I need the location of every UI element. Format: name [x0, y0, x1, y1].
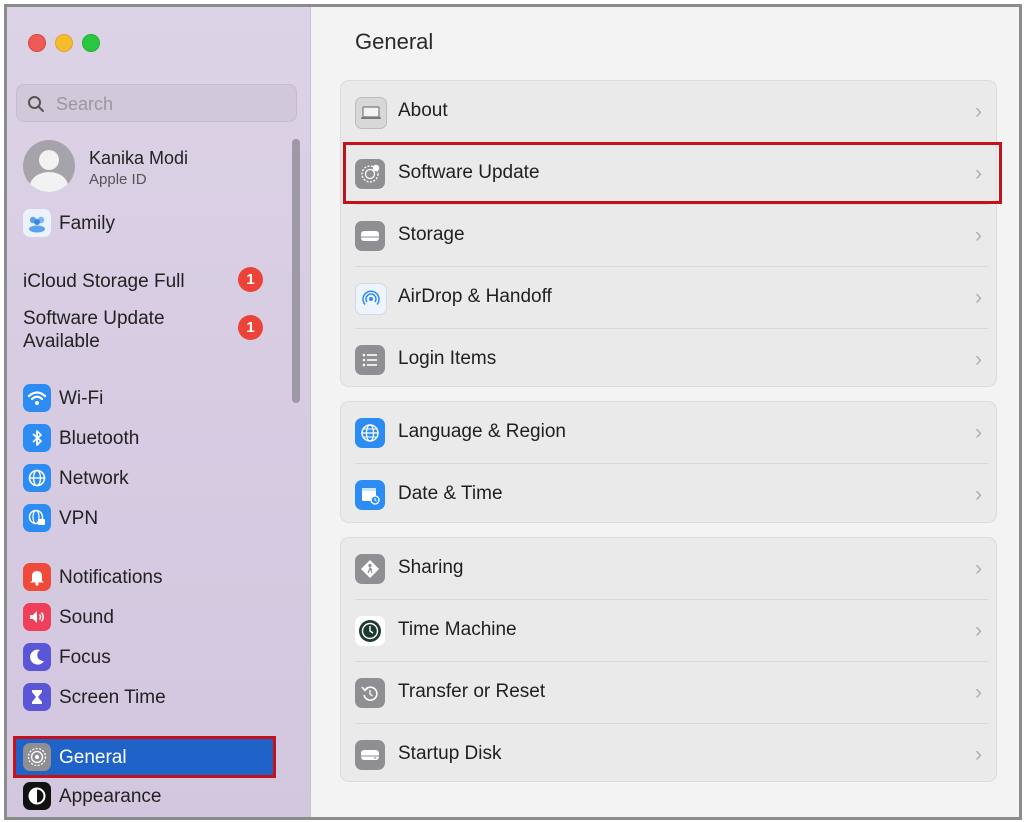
row-airdrop-handoff[interactable]: AirDrop & Handoff › — [341, 267, 996, 328]
row-label: Transfer or Reset — [398, 681, 546, 702]
chevron-right-icon: › — [975, 162, 982, 185]
sidebar-item-appearance[interactable]: Appearance — [16, 778, 296, 814]
sidebar-item-family[interactable]: Family — [16, 205, 296, 241]
search-icon — [28, 96, 44, 112]
system-settings-window: Kanika Modi Apple ID Family iCloud Stora… — [4, 4, 1022, 820]
row-software-update[interactable]: Software Update › — [341, 143, 996, 204]
chevron-right-icon: › — [975, 286, 982, 309]
sidebar-item-label: Screen Time — [59, 687, 166, 708]
notification-badge: 1 — [238, 315, 263, 340]
time-machine-icon — [355, 616, 385, 646]
notification-badge: 1 — [238, 267, 263, 292]
row-about[interactable]: About › — [341, 81, 996, 142]
row-label: Language & Region — [398, 421, 566, 442]
row-sharing[interactable]: Sharing › — [341, 538, 996, 599]
sidebar-item-label: Wi-Fi — [59, 388, 104, 409]
settings-group-system: About › Software Update › Storage › AirD… — [340, 80, 997, 387]
apple-id-label[interactable]: Apple ID — [89, 171, 147, 188]
sidebar-item-label: VPN — [59, 508, 99, 529]
icloud-storage-full-alert[interactable]: iCloud Storage Full — [23, 270, 185, 293]
sidebar-item-label: Notifications — [59, 567, 163, 588]
chevron-right-icon: › — [975, 557, 982, 580]
main-pane: General About › Software Update › Storag… — [311, 7, 1019, 817]
sidebar-item-bluetooth[interactable]: Bluetooth — [16, 420, 296, 456]
wifi-icon — [23, 384, 51, 412]
family-icon — [23, 209, 51, 237]
globe-icon — [23, 464, 51, 492]
row-time-machine[interactable]: Time Machine › — [341, 600, 996, 661]
bluetooth-icon — [23, 424, 51, 452]
sidebar-item-label: Appearance — [59, 786, 162, 807]
airdrop-icon — [355, 283, 387, 315]
row-label: Software Update — [398, 162, 540, 183]
user-silhouette-icon — [30, 150, 68, 192]
search-field[interactable] — [16, 84, 297, 122]
sidebar-item-vpn[interactable]: VPN — [16, 500, 296, 536]
sidebar-item-notifications[interactable]: Notifications — [16, 559, 296, 595]
sidebar-item-label: Sound — [59, 607, 114, 628]
row-label: Login Items — [398, 348, 497, 369]
gear-badge-icon — [355, 159, 385, 189]
list-icon — [355, 345, 385, 375]
calendar-clock-icon — [355, 480, 385, 510]
drive-icon — [355, 221, 385, 251]
sidebar-item-general[interactable]: General — [13, 736, 276, 778]
globe-icon — [355, 418, 385, 448]
sidebar-item-sound[interactable]: Sound — [16, 599, 296, 635]
software-update-available-alert[interactable]: Software Update Available — [23, 307, 165, 353]
zoom-window-button[interactable] — [82, 34, 100, 52]
sidebar-scrollbar[interactable] — [292, 139, 300, 403]
sidebar-item-label: General — [59, 747, 127, 768]
close-window-button[interactable] — [28, 34, 46, 52]
sidebar-item-label: Focus — [59, 647, 111, 668]
chevron-right-icon: › — [975, 743, 982, 766]
bell-icon — [23, 563, 51, 591]
page-title: General — [355, 29, 434, 54]
sidebar-item-label: Bluetooth — [59, 428, 140, 449]
row-label: Time Machine — [398, 619, 517, 640]
sidebar-item-label: Network — [59, 468, 129, 489]
row-date-time[interactable]: Date & Time › — [341, 464, 996, 525]
sharing-icon — [355, 554, 385, 584]
row-label: Startup Disk — [398, 743, 502, 764]
appearance-icon — [23, 782, 51, 810]
laptop-icon — [355, 97, 387, 129]
search-input[interactable] — [54, 91, 288, 117]
row-storage[interactable]: Storage › — [341, 205, 996, 266]
minimize-window-button[interactable] — [55, 34, 73, 52]
row-login-items[interactable]: Login Items › — [341, 329, 996, 390]
row-language-region[interactable]: Language & Region › — [341, 402, 996, 463]
chevron-right-icon: › — [975, 681, 982, 704]
disk-icon — [355, 740, 385, 770]
moon-icon — [23, 643, 51, 671]
chevron-right-icon: › — [975, 421, 982, 444]
settings-group-region: Language & Region › Date & Time › — [340, 401, 997, 523]
sidebar-item-focus[interactable]: Focus — [16, 639, 296, 675]
row-label: AirDrop & Handoff — [398, 286, 552, 307]
chevron-right-icon: › — [975, 619, 982, 642]
avatar[interactable] — [23, 140, 75, 192]
sidebar-item-wifi[interactable]: Wi-Fi — [16, 380, 296, 416]
gear-icon — [23, 743, 51, 771]
chevron-right-icon: › — [975, 348, 982, 371]
row-startup-disk[interactable]: Startup Disk › — [341, 724, 996, 785]
speaker-icon — [23, 603, 51, 631]
reset-icon — [355, 678, 385, 708]
chevron-right-icon: › — [975, 483, 982, 506]
row-label: Sharing — [398, 557, 464, 578]
row-transfer-reset[interactable]: Transfer or Reset › — [341, 662, 996, 723]
chevron-right-icon: › — [975, 100, 982, 123]
hourglass-icon — [23, 683, 51, 711]
row-label: About — [398, 100, 448, 121]
row-label: Storage — [398, 224, 465, 245]
chevron-right-icon: › — [975, 224, 982, 247]
sidebar-item-label: Family — [59, 213, 115, 234]
user-name[interactable]: Kanika Modi — [89, 148, 188, 169]
sidebar-item-network[interactable]: Network — [16, 460, 296, 496]
sidebar: Kanika Modi Apple ID Family iCloud Stora… — [7, 7, 311, 817]
sidebar-item-screen-time[interactable]: Screen Time — [16, 679, 296, 715]
settings-group-sharing: Sharing › Time Machine › Transfer or Res… — [340, 537, 997, 782]
row-label: Date & Time — [398, 483, 503, 504]
vpn-icon — [23, 504, 51, 532]
